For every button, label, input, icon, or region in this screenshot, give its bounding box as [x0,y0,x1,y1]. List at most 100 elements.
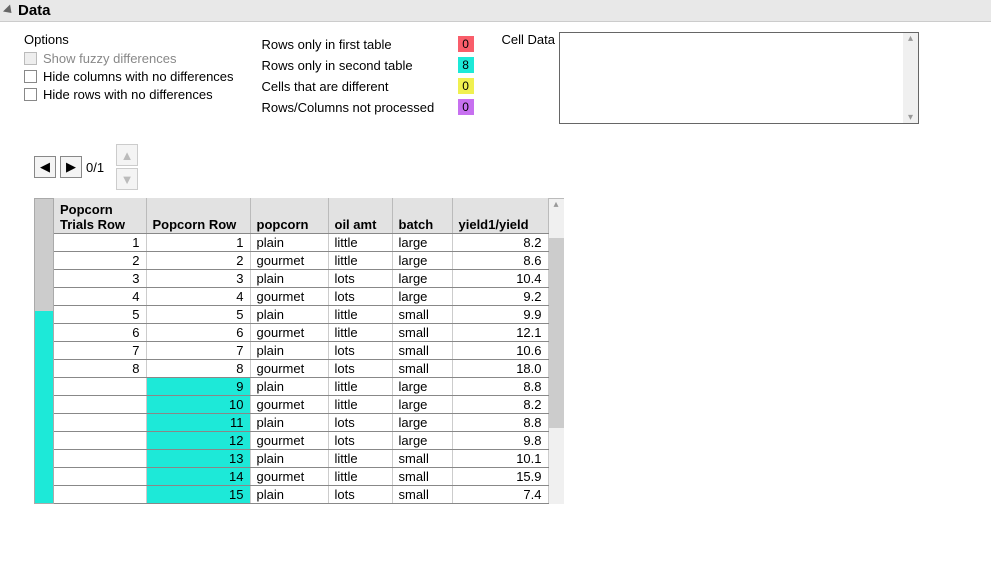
table-cell[interactable]: small [392,360,452,378]
col-header-yield[interactable]: yield1/yield [452,198,548,234]
table-cell[interactable]: 3 [54,270,146,288]
table-row[interactable]: 9plainlittlelarge8.8 [54,378,548,396]
table-cell[interactable]: plain [250,270,328,288]
section-header[interactable]: Data [0,0,991,22]
table-cell[interactable]: 14 [146,468,250,486]
table-cell[interactable]: little [328,234,392,252]
table-cell[interactable] [54,486,146,504]
table-row[interactable]: 88gourmetlotssmall18.0 [54,360,548,378]
table-scrollbar[interactable]: ▴ [549,198,564,504]
table-row[interactable]: 11plainlittlelarge8.2 [54,234,548,252]
table-cell[interactable]: 1 [54,234,146,252]
table-cell[interactable]: little [328,378,392,396]
table-cell[interactable]: 8.6 [452,252,548,270]
table-cell[interactable]: little [328,450,392,468]
table-cell[interactable]: little [328,306,392,324]
table-cell[interactable]: gourmet [250,396,328,414]
table-cell[interactable]: small [392,342,452,360]
table-cell[interactable] [54,468,146,486]
col-header-batch[interactable]: batch [392,198,452,234]
table-cell[interactable]: 8 [146,360,250,378]
table-row[interactable]: 66gourmetlittlesmall12.1 [54,324,548,342]
table-cell[interactable]: 8.8 [452,378,548,396]
table-cell[interactable]: plain [250,342,328,360]
scroll-thumb[interactable] [549,238,564,428]
table-cell[interactable]: 4 [54,288,146,306]
table-cell[interactable]: plain [250,450,328,468]
table-cell[interactable]: 11 [146,414,250,432]
cell-data-scrollbar[interactable]: ▴ ▾ [903,33,918,123]
table-cell[interactable]: 10.1 [452,450,548,468]
table-cell[interactable]: small [392,306,452,324]
table-cell[interactable]: 5 [54,306,146,324]
table-row[interactable]: 15plainlotssmall7.4 [54,486,548,504]
checkbox-hide-cols[interactable] [24,70,37,83]
table-cell[interactable]: lots [328,486,392,504]
table-cell[interactable]: 7 [146,342,250,360]
nav-up-button[interactable]: ▲ [116,144,138,166]
table-cell[interactable]: 8.2 [452,234,548,252]
table-cell[interactable]: lots [328,360,392,378]
table-cell[interactable]: 3 [146,270,250,288]
table-cell[interactable] [54,378,146,396]
table-cell[interactable]: 15 [146,486,250,504]
nav-next-button[interactable]: ▶ [60,156,82,178]
table-cell[interactable] [54,450,146,468]
table-cell[interactable]: gourmet [250,288,328,306]
table-cell[interactable]: 10.6 [452,342,548,360]
cell-data-box[interactable]: ▴ ▾ [559,32,919,124]
table-cell[interactable]: large [392,432,452,450]
table-cell[interactable]: small [392,450,452,468]
table-cell[interactable]: lots [328,432,392,450]
table-cell[interactable]: lots [328,414,392,432]
table-row[interactable]: 77plainlotssmall10.6 [54,342,548,360]
table-cell[interactable]: gourmet [250,432,328,450]
table-cell[interactable]: little [328,324,392,342]
table-cell[interactable]: 10.4 [452,270,548,288]
table-cell[interactable]: 5 [146,306,250,324]
table-cell[interactable]: plain [250,414,328,432]
table-cell[interactable]: 4 [146,288,250,306]
table-cell[interactable]: large [392,288,452,306]
col-header-trials-row[interactable]: PopcornTrials Row [54,198,146,234]
scroll-up-icon[interactable]: ▴ [549,199,564,210]
table-row[interactable]: 44gourmetlotslarge9.2 [54,288,548,306]
table-cell[interactable] [54,432,146,450]
table-row[interactable]: 12gourmetlotslarge9.8 [54,432,548,450]
table-cell[interactable]: 12 [146,432,250,450]
table-cell[interactable]: lots [328,342,392,360]
table-cell[interactable]: 8 [54,360,146,378]
table-cell[interactable] [54,396,146,414]
checkbox-hide-rows[interactable] [24,88,37,101]
table-cell[interactable]: 15.9 [452,468,548,486]
table-cell[interactable]: plain [250,306,328,324]
table-cell[interactable]: large [392,396,452,414]
table-cell[interactable]: 7 [54,342,146,360]
table-cell[interactable]: gourmet [250,324,328,342]
table-row[interactable]: 33plainlotslarge10.4 [54,270,548,288]
table-cell[interactable]: small [392,324,452,342]
table-cell[interactable]: large [392,252,452,270]
table-row[interactable]: 55plainlittlesmall9.9 [54,306,548,324]
table-cell[interactable]: 9.8 [452,432,548,450]
table-row[interactable]: 13plainlittlesmall10.1 [54,450,548,468]
col-header-popcorn-row[interactable]: Popcorn Row [146,198,250,234]
table-row[interactable]: 22gourmetlittlelarge8.6 [54,252,548,270]
table-cell[interactable]: 18.0 [452,360,548,378]
scroll-down-icon[interactable]: ▾ [903,112,918,123]
table-cell[interactable]: gourmet [250,360,328,378]
table-cell[interactable]: little [328,468,392,486]
table-cell[interactable]: gourmet [250,468,328,486]
table-cell[interactable]: little [328,396,392,414]
table-cell[interactable]: large [392,234,452,252]
disclosure-icon[interactable] [3,4,15,16]
table-cell[interactable]: 1 [146,234,250,252]
table-cell[interactable]: small [392,468,452,486]
table-cell[interactable]: little [328,252,392,270]
table-cell[interactable]: plain [250,378,328,396]
nav-prev-button[interactable]: ◀ [34,156,56,178]
nav-down-button[interactable]: ▼ [116,168,138,190]
table-cell[interactable]: 7.4 [452,486,548,504]
table-cell[interactable] [54,414,146,432]
table-cell[interactable]: gourmet [250,252,328,270]
